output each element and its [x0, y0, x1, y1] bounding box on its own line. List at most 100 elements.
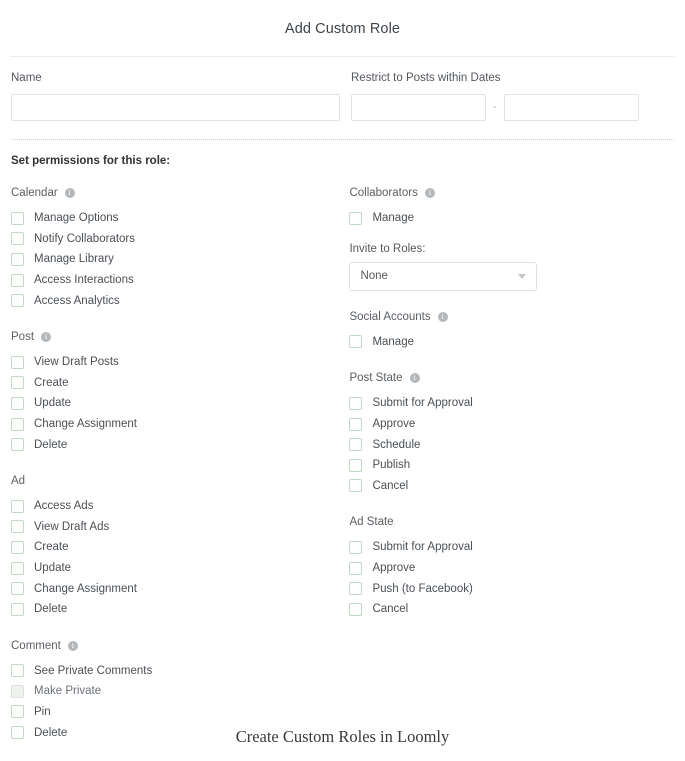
group-title-calendar: Calendar: [11, 186, 347, 200]
checkbox-submit-for-approval[interactable]: [349, 540, 363, 554]
permission-row[interactable]: Approve: [349, 414, 674, 435]
checkbox-access-analytics[interactable]: [11, 294, 24, 308]
permission-row[interactable]: Manage: [349, 208, 674, 229]
info-icon[interactable]: [409, 372, 420, 384]
checkbox-manage[interactable]: [349, 211, 363, 225]
checkbox-label: Change Assignment: [34, 582, 137, 595]
group-title-ad-state: Ad State: [349, 515, 674, 529]
date-end-input[interactable]: [504, 94, 639, 121]
permission-row[interactable]: Access Analytics: [11, 290, 347, 311]
checkbox-access-interactions[interactable]: [11, 273, 24, 287]
checkbox-see-private-comments[interactable]: [11, 664, 24, 678]
date-range-label: Restrict to Posts within Dates: [351, 72, 501, 84]
checkbox-label: Approve: [372, 418, 416, 431]
checkbox-manage-options[interactable]: [11, 211, 24, 225]
permission-row[interactable]: Create: [11, 373, 347, 394]
checkbox-label: Cancel: [372, 479, 409, 492]
permission-row[interactable]: View Draft Posts: [11, 352, 347, 373]
checkbox-update[interactable]: [11, 561, 24, 575]
checkbox-label: Delete: [34, 438, 68, 451]
permission-row[interactable]: Publish: [349, 455, 674, 476]
checkbox-schedule[interactable]: [349, 438, 363, 452]
group-title-label: Calendar: [11, 187, 58, 199]
checkbox-label: Notify Collaborators: [34, 232, 135, 245]
permission-row[interactable]: Cancel: [349, 476, 674, 497]
checkbox-submit-for-approval[interactable]: [349, 396, 363, 410]
permission-row[interactable]: View Draft Ads: [11, 517, 347, 538]
checkbox-label: Manage Options: [34, 212, 119, 225]
info-icon[interactable]: [41, 331, 52, 342]
checkbox-label: View Draft Ads: [34, 520, 110, 533]
checkbox-pin[interactable]: [11, 705, 24, 719]
checkbox-manage-library[interactable]: [11, 252, 24, 266]
info-icon[interactable]: [64, 187, 75, 198]
checkbox-label: See Private Comments: [34, 664, 153, 677]
checkbox-label: Make Private: [34, 685, 102, 698]
group-title-ad: Ad: [11, 474, 347, 488]
permission-row[interactable]: Make Private: [11, 681, 347, 702]
checkbox-label: Delete: [34, 603, 68, 616]
permission-row[interactable]: Access Ads: [11, 496, 347, 517]
permission-row[interactable]: Submit for Approval: [349, 537, 674, 558]
permission-row[interactable]: Access Interactions: [11, 270, 347, 291]
permission-row[interactable]: Manage Options: [11, 208, 347, 229]
permission-row[interactable]: Change Assignment: [11, 578, 347, 599]
figure-caption: Create Custom Roles in Loomly: [235, 727, 450, 746]
permission-row[interactable]: Update: [11, 558, 347, 579]
info-icon[interactable]: [67, 640, 78, 651]
checkbox-label: Create: [34, 541, 69, 554]
permission-group-ad-state: Ad State Submit for Approval Approve Push (…: [349, 515, 674, 619]
checkbox-approve[interactable]: [349, 417, 363, 431]
checkbox-create[interactable]: [11, 376, 24, 390]
checkbox-notify-collaborators[interactable]: [11, 232, 24, 246]
checkbox-cancel[interactable]: [349, 479, 363, 493]
permissions-columns: Calendar Manage Options Notify Collaborato…: [0, 167, 685, 743]
invite-to-roles-label: Invite to Roles:: [349, 242, 426, 255]
permission-row[interactable]: See Private Comments: [11, 661, 347, 682]
info-icon[interactable]: [437, 311, 448, 322]
permission-row[interactable]: Submit for Approval: [349, 393, 674, 414]
permission-row[interactable]: Create: [11, 537, 347, 558]
group-title-label: Collaborators: [349, 187, 418, 199]
checkbox-change-assignment[interactable]: [11, 582, 24, 596]
checkbox-delete[interactable]: [11, 438, 24, 452]
invite-to-roles-select[interactable]: None: [349, 261, 538, 291]
permission-row[interactable]: Manage Library: [11, 249, 347, 270]
group-title-label: Post State: [349, 372, 403, 385]
group-title-label: Post: [11, 330, 35, 343]
checkbox-label: Update: [34, 562, 72, 575]
permission-row[interactable]: Pin: [11, 702, 347, 723]
name-input[interactable]: [11, 94, 340, 121]
permission-row[interactable]: Change Assignment: [11, 414, 347, 435]
checkbox-publish[interactable]: [349, 458, 363, 472]
permission-row[interactable]: Cancel: [349, 599, 674, 620]
checkbox-change-assignment[interactable]: [11, 417, 24, 431]
checkbox-manage[interactable]: [349, 335, 363, 349]
permission-group-collaborators: Collaborators Manage Invite to Roles: None: [349, 186, 674, 291]
checkbox-label: Manage: [372, 335, 414, 348]
info-icon[interactable]: [424, 187, 435, 198]
permission-row[interactable]: Approve: [349, 558, 674, 579]
permission-group-calendar: Calendar Manage Options Notify Collaborato…: [11, 186, 347, 311]
permission-row[interactable]: Delete: [11, 434, 347, 455]
permission-row[interactable]: Schedule: [349, 434, 674, 455]
permission-group-post: Post View Draft Posts Create Update Change A…: [11, 330, 347, 455]
chevron-down-icon[interactable]: [518, 274, 527, 280]
permission-row[interactable]: Delete: [11, 599, 347, 620]
permission-row[interactable]: Notify Collaborators: [11, 229, 347, 250]
checkbox-delete[interactable]: [11, 602, 24, 616]
checkbox-push-to-facebook[interactable]: [349, 582, 363, 596]
checkbox-label: Submit for Approval: [372, 397, 473, 410]
checkbox-access-ads[interactable]: [11, 499, 24, 513]
permission-row[interactable]: Push (to Facebook): [349, 578, 674, 599]
checkbox-create[interactable]: [11, 540, 24, 554]
permission-row[interactable]: Manage: [349, 332, 674, 353]
checkbox-update[interactable]: [11, 396, 24, 410]
checkbox-cancel[interactable]: [349, 602, 363, 616]
checkbox-view-draft-ads[interactable]: [11, 520, 24, 534]
checkbox-approve[interactable]: [349, 561, 363, 575]
date-start-input[interactable]: [351, 94, 486, 121]
checkbox-label: Pin: [34, 705, 51, 718]
checkbox-view-draft-posts[interactable]: [11, 355, 24, 369]
permission-row[interactable]: Update: [11, 393, 347, 414]
